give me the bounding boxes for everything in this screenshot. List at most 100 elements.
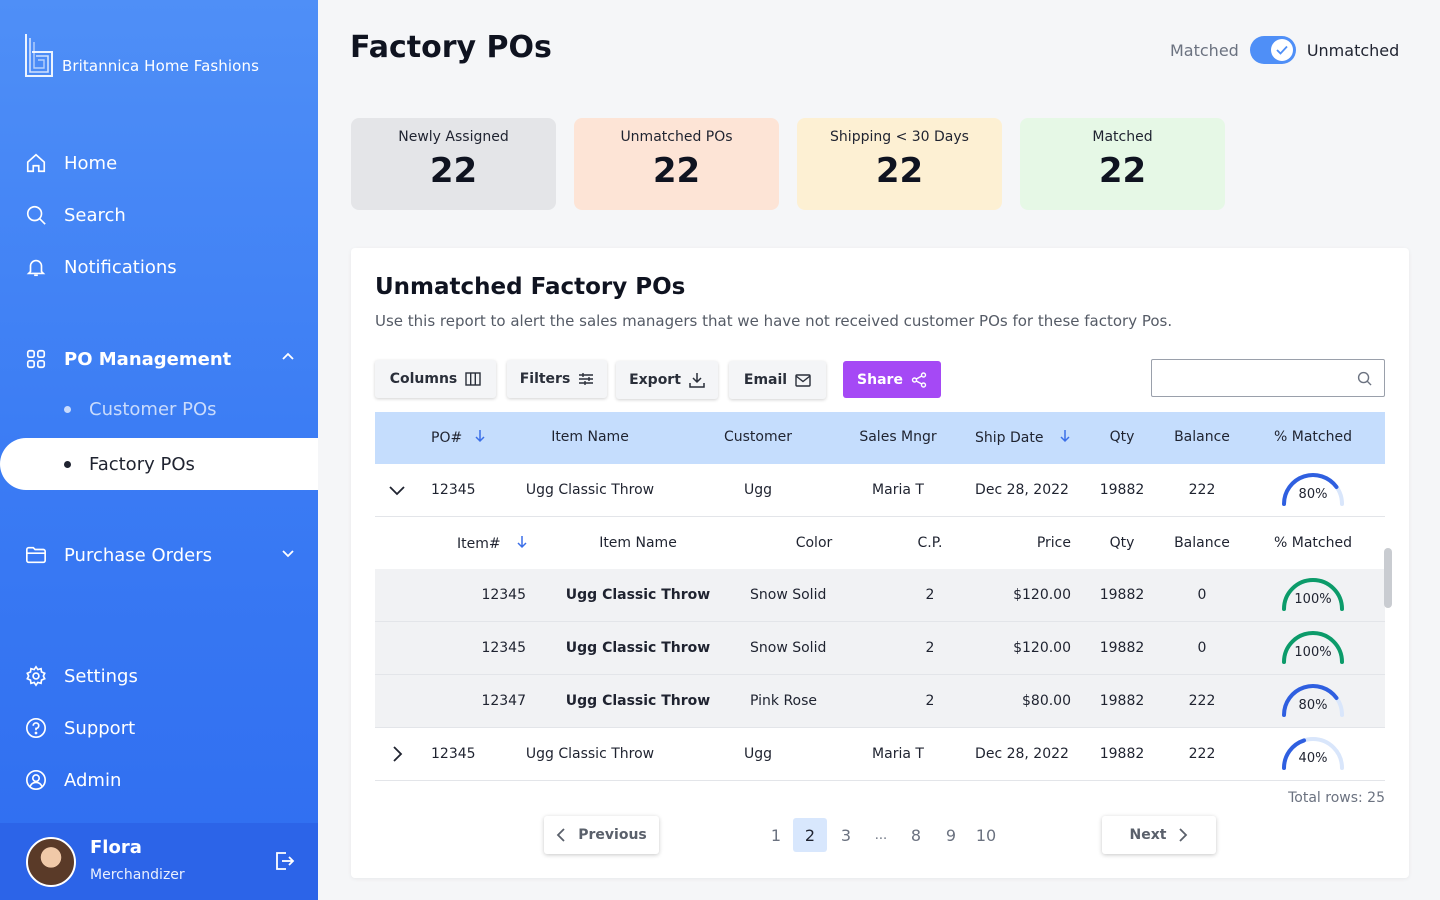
match-gauge: 40% [1280, 735, 1346, 779]
logout-icon[interactable] [272, 849, 296, 877]
sub-col-balance-header[interactable]: Balance [1174, 535, 1230, 551]
match-gauge: 100% [1280, 576, 1346, 620]
bullet-icon [64, 406, 71, 413]
col-item-name-header[interactable]: Item Name [551, 429, 629, 445]
next-button[interactable]: Next [1102, 816, 1216, 854]
page-9[interactable]: 9 [934, 818, 968, 852]
balance: 222 [1188, 693, 1216, 709]
col-sales-mngr-header[interactable]: Sales Mngr [859, 429, 936, 445]
qty: 19882 [1099, 640, 1145, 656]
bell-icon [24, 255, 48, 279]
email-button[interactable]: Email [729, 361, 826, 399]
user-role: Merchandizer [90, 867, 185, 883]
previous-button[interactable]: Previous [544, 816, 659, 854]
item-number: 12347 [481, 693, 526, 709]
stat-shipping-30-days[interactable]: Shipping < 30 Days 22 [797, 118, 1002, 210]
table-row[interactable]: 12345 Ugg Classic Throw Ugg Maria T Dec … [375, 464, 1385, 517]
table-search[interactable] [1151, 359, 1385, 397]
stat-label: Matched [1092, 129, 1153, 145]
sub-table-row[interactable]: 12345 Ugg Classic Throw Snow Solid 2 $12… [375, 622, 1385, 675]
sub-col-matched-header[interactable]: % Matched [1274, 535, 1352, 551]
item-name: Ugg Classic Throw [525, 482, 655, 498]
sub-col-qty-header[interactable]: Qty [1110, 535, 1135, 551]
nav-purchase-orders[interactable]: Purchase Orders [24, 543, 296, 567]
match-gauge: 100% [1280, 629, 1346, 673]
sub-col-color-header[interactable]: Color [796, 535, 833, 551]
table-row[interactable]: 12345 Ugg Classic Throw Ugg Maria T Dec … [375, 728, 1385, 781]
share-icon [911, 371, 927, 388]
stat-value: 22 [875, 151, 924, 191]
brand-logo-icon [25, 34, 53, 77]
item-name: Ugg Classic Throw [565, 587, 711, 603]
stat-label: Unmatched POs [620, 129, 733, 145]
col-ship-date-header[interactable]: Ship Date [975, 429, 1072, 446]
qty: 19882 [1099, 693, 1145, 709]
balance: 0 [1197, 640, 1207, 656]
col-qty-header[interactable]: Qty [1110, 429, 1135, 445]
share-label: Share [857, 371, 903, 388]
customer: Ugg [743, 746, 773, 762]
col-po-header[interactable]: PO# [431, 429, 487, 446]
nav-settings[interactable]: Settings [24, 664, 138, 688]
stat-unmatched-pos[interactable]: Unmatched POs 22 [574, 118, 779, 210]
color: Snow Solid [750, 587, 827, 603]
stat-newly-assigned[interactable]: Newly Assigned 22 [351, 118, 556, 210]
sub-col-price-header[interactable]: Price [1037, 535, 1071, 551]
nav-factory-pos[interactable]: Factory POs [0, 438, 318, 490]
balance: 0 [1197, 587, 1207, 603]
col-balance-header[interactable]: Balance [1174, 429, 1230, 445]
stat-matched[interactable]: Matched 22 [1020, 118, 1225, 210]
user-profile: Flora Merchandizer [0, 823, 318, 900]
toggle-on-label: Unmatched [1306, 40, 1400, 60]
cp: 2 [925, 693, 935, 709]
filters-button[interactable]: Filters [507, 360, 607, 398]
share-button[interactable]: Share [843, 361, 941, 398]
nav-admin[interactable]: Admin [24, 768, 121, 792]
page-8[interactable]: 8 [899, 818, 933, 852]
sliders-icon [579, 373, 594, 385]
export-button[interactable]: Export [616, 361, 718, 399]
po-number: 12345 [431, 482, 476, 498]
nav-home[interactable]: Home [24, 151, 117, 175]
search-icon [1357, 371, 1372, 386]
mail-icon [795, 373, 811, 387]
sub-table-row[interactable]: 12347 Ugg Classic Throw Pink Rose 2 $80.… [375, 675, 1385, 728]
qty: 19882 [1099, 746, 1145, 762]
matched-toggle[interactable] [1249, 36, 1296, 64]
total-rows: Total rows: 25 [1288, 790, 1385, 806]
sidebar: Britannica Home Fashions Home Search Not… [0, 0, 318, 900]
nav-po-management[interactable]: PO Management [24, 347, 296, 371]
sub-col-item-no-header[interactable]: Item# [457, 535, 529, 552]
columns-button[interactable]: Columns [375, 360, 496, 398]
nav-support[interactable]: Support [24, 716, 135, 740]
sub-col-cp-header[interactable]: C.P. [918, 535, 943, 551]
page-3[interactable]: 3 [829, 818, 863, 852]
page-2[interactable]: 2 [793, 818, 827, 852]
table-search-input[interactable] [1160, 360, 1350, 394]
table-scrollbar[interactable] [1384, 548, 1392, 608]
avatar[interactable] [26, 837, 76, 887]
cp: 2 [925, 640, 935, 656]
sales-manager: Maria T [872, 746, 924, 762]
match-gauge: 80% [1280, 682, 1346, 726]
col-matched-header[interactable]: % Matched [1274, 429, 1352, 445]
sub-col-item-name-header[interactable]: Item Name [599, 535, 677, 551]
brand[interactable]: Britannica Home Fashions [24, 32, 259, 78]
page-1[interactable]: 1 [759, 818, 793, 852]
nav-notifications[interactable]: Notifications [24, 255, 177, 279]
chevron-down-icon[interactable] [389, 484, 405, 500]
chevron-right-icon[interactable] [391, 746, 403, 766]
price: $120.00 [1013, 640, 1071, 656]
nav-search[interactable]: Search [24, 203, 126, 227]
item-number: 12345 [481, 640, 526, 656]
report-title: Unmatched Factory POs [375, 274, 686, 300]
toggle-off-label: Matched [1170, 40, 1239, 60]
match-percent: 80% [1298, 487, 1328, 502]
col-customer-header[interactable]: Customer [724, 429, 792, 445]
page-10[interactable]: 10 [969, 818, 1003, 852]
sub-table-row[interactable]: 12345 Ugg Classic Throw Snow Solid 2 $12… [375, 569, 1385, 622]
report-card: Unmatched Factory POs Use this report to… [351, 248, 1409, 878]
col-ship-date-label: Ship Date [975, 430, 1044, 446]
chevron-down-icon [280, 545, 296, 566]
nav-customer-pos[interactable]: Customer POs [64, 399, 217, 420]
